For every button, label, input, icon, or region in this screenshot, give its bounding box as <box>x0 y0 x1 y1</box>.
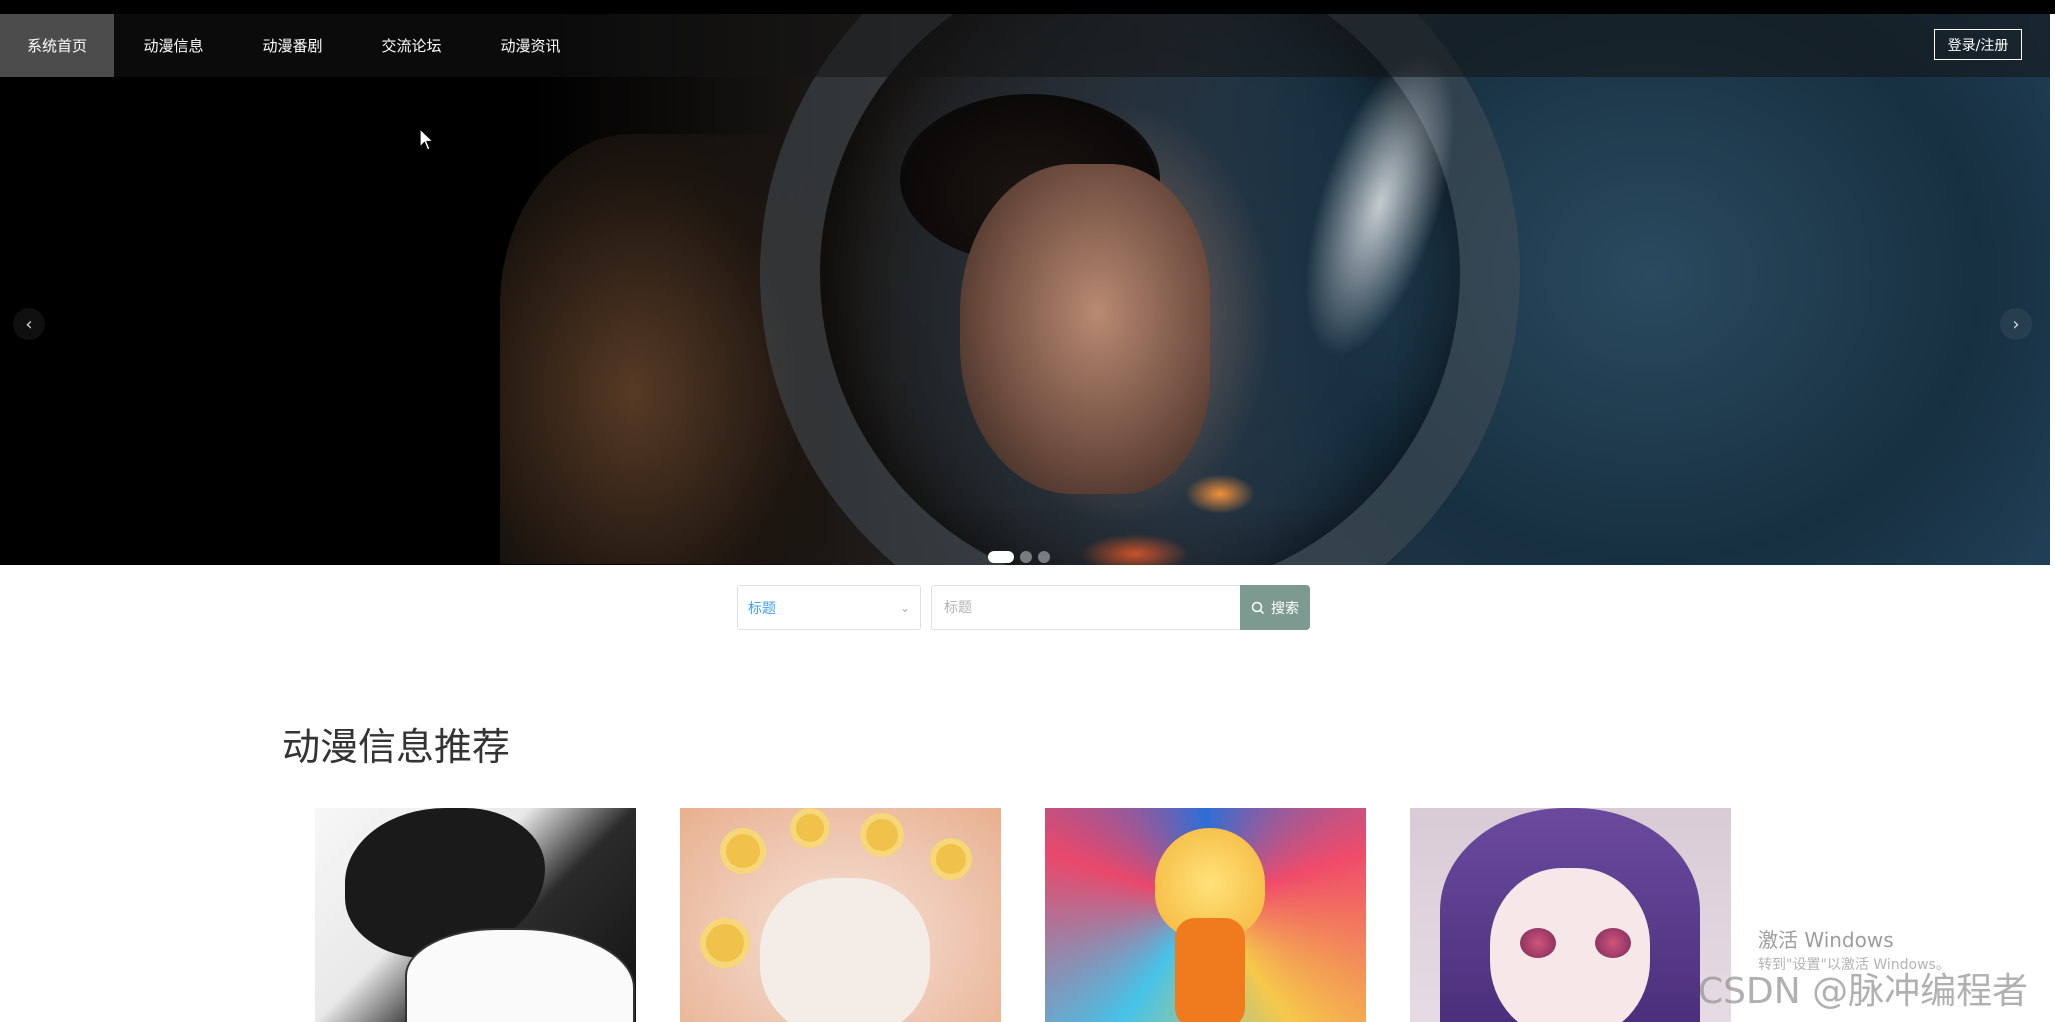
nav-item-anime-news[interactable]: 动漫资讯 <box>471 14 590 77</box>
anime-card-4[interactable] <box>1410 808 1731 1022</box>
section-title: 动漫信息推荐 <box>282 725 511 769</box>
chevron-left-icon: ‹ <box>25 313 33 335</box>
login-register-button[interactable]: 登录/注册 <box>1934 29 2022 60</box>
carousel-next-button[interactable]: › <box>2000 308 2032 340</box>
carousel-indicators <box>988 551 1050 563</box>
card-image-art <box>1595 928 1631 958</box>
banner-light <box>1185 474 1255 514</box>
csdn-watermark: CSDN @脉冲编程者 <box>1698 971 2029 1012</box>
card-image-art <box>1175 918 1245 1022</box>
search-button[interactable]: 搜索 <box>1240 585 1310 630</box>
search-input[interactable] <box>931 585 1241 630</box>
anime-card-1[interactable] <box>315 808 636 1022</box>
chevron-right-icon: › <box>2012 313 2020 335</box>
carousel-dot-2[interactable] <box>1020 551 1032 563</box>
windows-activation-title: 激活 Windows <box>1758 928 1894 952</box>
search-select-value: 标题 <box>748 600 776 617</box>
nav-item-forum[interactable]: 交流论坛 <box>352 14 471 77</box>
chevron-down-icon: ⌄ <box>899 600 910 615</box>
nav-item-home[interactable]: 系统首页 <box>0 14 114 77</box>
top-strip <box>0 0 2055 14</box>
search-icon <box>1251 601 1265 614</box>
card-image-art <box>790 808 830 848</box>
search-field-select[interactable]: 标题 ⌄ <box>737 585 921 630</box>
hero-carousel-slide[interactable]: ‹ › <box>0 14 2050 565</box>
nav-item-anime-info[interactable]: 动漫信息 <box>114 14 233 77</box>
carousel-dot-3[interactable] <box>1038 551 1050 563</box>
mouse-cursor-icon <box>419 128 435 151</box>
card-image-art <box>760 878 930 1022</box>
card-image-art <box>405 928 635 1022</box>
banner-face <box>960 164 1210 494</box>
anime-card-3[interactable] <box>1045 808 1366 1022</box>
nav-item-anime-series[interactable]: 动漫番剧 <box>233 14 352 77</box>
carousel-prev-button[interactable]: ‹ <box>13 308 45 340</box>
card-image-art <box>700 918 750 968</box>
top-nav: 系统首页 动漫信息 动漫番剧 交流论坛 动漫资讯 登录/注册 <box>0 14 2050 77</box>
anime-card-2[interactable] <box>680 808 1001 1022</box>
carousel-dot-1[interactable] <box>988 551 1014 563</box>
card-image-art <box>1520 928 1556 958</box>
card-image-art <box>720 828 766 874</box>
search-button-label: 搜索 <box>1271 600 1299 617</box>
card-image-art <box>930 838 972 880</box>
card-image-art <box>860 813 904 857</box>
